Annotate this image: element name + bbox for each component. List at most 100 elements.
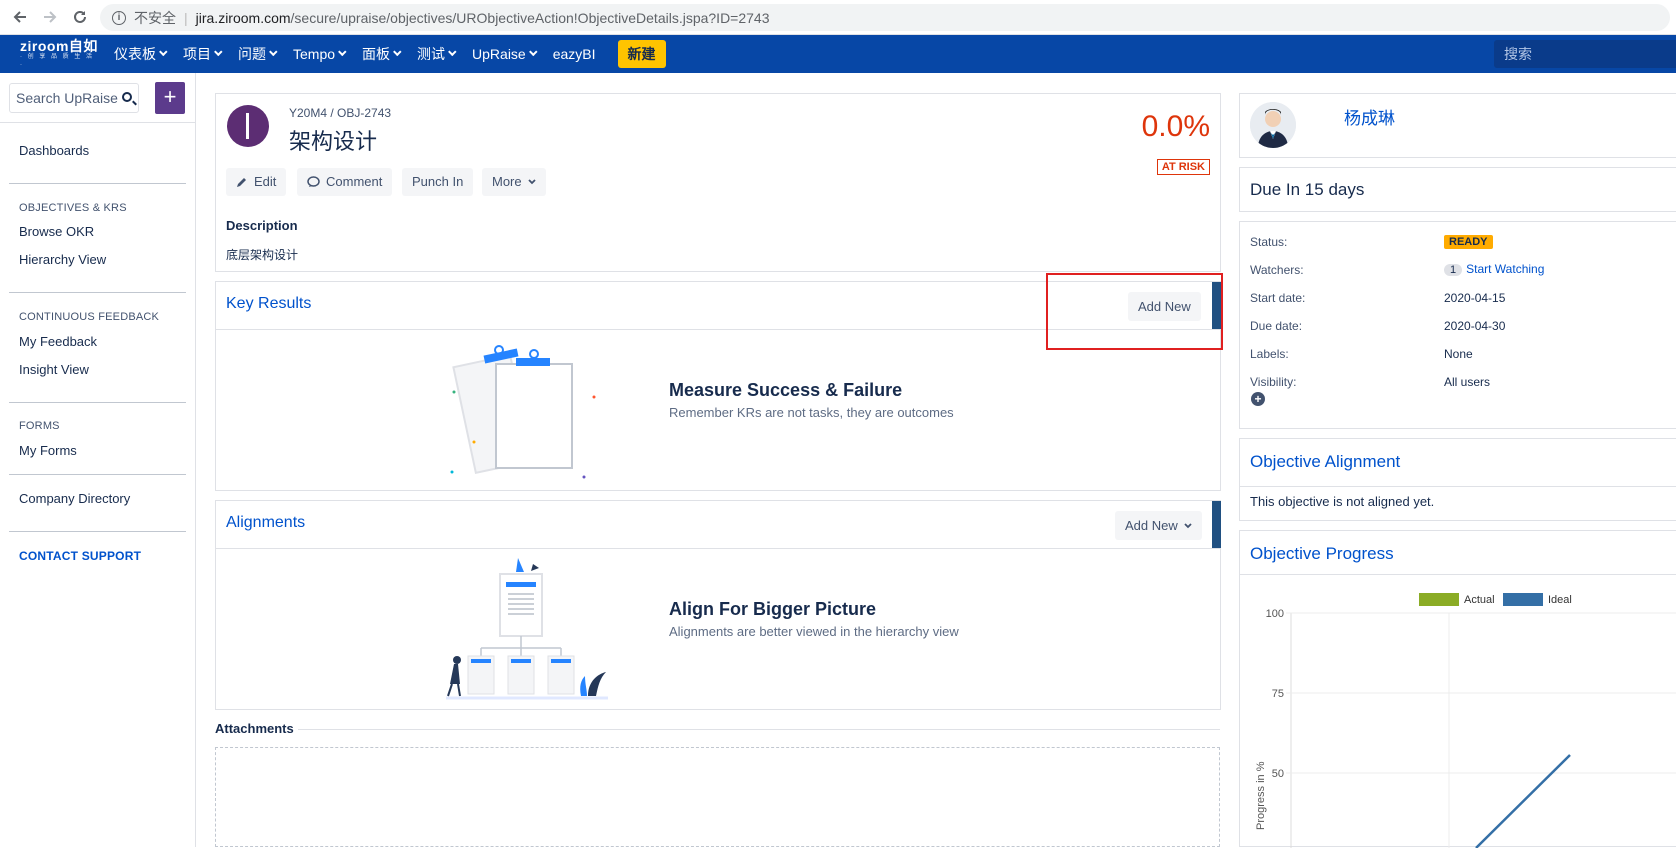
address-bar[interactable]: i 不安全 | jira.ziroom.com/secure/upraise/o… (100, 4, 1670, 31)
jira-header: ziroom自如 · 创 享 品 质 生 活 · 仪表板 项目 问题 Tempo… (0, 35, 1676, 73)
sidebar-item-dashboards[interactable]: Dashboards (19, 143, 89, 158)
objective-progress: 0.0% (1141, 110, 1210, 143)
divider (9, 402, 186, 403)
menu-label: 项目 (183, 46, 211, 62)
reload-icon[interactable] (66, 3, 94, 31)
chevron-down-icon (527, 179, 536, 185)
visibility-value[interactable]: All users (1444, 375, 1490, 389)
highlight-annotation (1046, 273, 1223, 350)
sidebar-heading-objectives: OBJECTIVES & KRS (19, 202, 127, 214)
chevron-down-icon (159, 47, 168, 57)
legend-swatch (1503, 593, 1543, 606)
ziroom-logo[interactable]: ziroom自如 · 创 享 品 质 生 活 · (0, 35, 100, 73)
add-field-icon[interactable]: + (1251, 392, 1265, 406)
info-icon[interactable]: i (112, 10, 126, 25)
search-icon[interactable] (122, 92, 132, 102)
comment-icon (307, 176, 320, 187)
sidebar-item-my-forms[interactable]: My Forms (19, 443, 77, 458)
upraise-search-input[interactable]: Search UpRaise (9, 83, 139, 113)
sidebar-heading-feedback: CONTINUOUS FEEDBACK (19, 311, 160, 323)
back-arrow-icon[interactable] (6, 3, 34, 31)
sidebar-item-browse-okr[interactable]: Browse OKR (19, 224, 94, 239)
logo-sub: · 创 享 品 质 生 活 · (20, 54, 95, 68)
url-text: jira.ziroom.com/secure/upraise/objective… (196, 10, 770, 26)
more-label: More (492, 174, 522, 189)
y-tick-label: 100 (1266, 608, 1284, 620)
menu-eazybi[interactable]: eazyBI (545, 35, 604, 73)
divider (1240, 486, 1676, 487)
menu-tests[interactable]: 测试 (409, 35, 464, 73)
add-button[interactable]: + (155, 82, 185, 114)
url-separator: | (184, 9, 188, 26)
legend-label: Ideal (1548, 594, 1572, 606)
header-search-input[interactable]: 搜索 (1494, 40, 1676, 68)
chevron-down-icon (393, 47, 402, 57)
due-panel: Due In 15 days (1239, 167, 1676, 212)
chevron-down-icon (269, 47, 278, 57)
alignments-title: Alignments (226, 514, 306, 531)
section-edge (1212, 501, 1221, 548)
alignments-panel: Alignments Add New Align For Bigger Pict… (215, 500, 1221, 710)
kr-empty-heading: Measure Success & Failure (669, 380, 903, 400)
menu-boards[interactable]: 面板 (354, 35, 409, 73)
add-alignment-button[interactable]: Add New (1115, 511, 1202, 540)
status-label: Status: (1250, 235, 1288, 249)
sidebar-item-company-directory[interactable]: Company Directory (19, 491, 130, 506)
objective-key[interactable]: Y20M4 / OBJ-2743 (289, 106, 391, 120)
objective-title: 架构设计 (289, 129, 378, 154)
comment-button[interactable]: Comment (297, 168, 393, 196)
status-badge[interactable]: READY (1444, 235, 1493, 249)
objective-progress-title: Objective Progress (1250, 544, 1394, 563)
create-button[interactable]: 新建 (617, 40, 666, 68)
divider (9, 531, 186, 532)
attachments-dropzone[interactable] (215, 747, 1220, 847)
url-host: jira.ziroom.com (195, 9, 291, 26)
watchers-label: Watchers: (1250, 263, 1304, 277)
y-axis-label: Progress in % (1255, 761, 1267, 830)
start-watching-link[interactable]: Start Watching (1466, 262, 1544, 276)
objective-icon (227, 105, 269, 147)
menu-upraise[interactable]: UpRaise (464, 35, 545, 73)
menu-label: 测试 (417, 46, 446, 62)
owner-name[interactable]: 杨成琳 (1344, 104, 1395, 129)
punch-in-button[interactable]: Punch In (402, 168, 474, 196)
due-date-label: Due date: (1250, 319, 1303, 333)
attachments-heading: Attachments (215, 721, 294, 736)
visibility-label: Visibility: (1250, 375, 1297, 389)
menu-projects[interactable]: 项目 (175, 35, 230, 73)
objective-alignment-panel: Objective Alignment This objective is no… (1239, 438, 1676, 521)
y-tick-label: 50 (1272, 768, 1284, 780)
start-date-label: Start date: (1250, 291, 1306, 305)
menu-dashboards[interactable]: 仪表板 (106, 35, 175, 73)
logo-main: ziroom自如 (20, 38, 98, 54)
menu-label: 问题 (238, 46, 266, 62)
forward-arrow-icon[interactable] (36, 3, 64, 31)
risk-badge: AT RISK (1156, 159, 1210, 175)
sidebar-item-hierarchy-view[interactable]: Hierarchy View (19, 252, 106, 267)
edit-label: Edit (254, 174, 277, 189)
menu-issues[interactable]: 问题 (230, 35, 285, 73)
chevron-down-icon (214, 47, 223, 57)
description-text[interactable]: 底层架构设计 (226, 246, 298, 263)
menu-label: UpRaise (472, 46, 526, 62)
pencil-icon (237, 178, 246, 187)
chevron-down-icon (528, 47, 538, 57)
menu-label: 面板 (362, 46, 391, 62)
legend-label: Actual (1464, 594, 1495, 606)
progress-chart: Actual Ideal 100 75 50 Progress in % (1255, 593, 1676, 848)
edit-button[interactable]: Edit (226, 168, 287, 196)
due-date-value[interactable]: 2020-04-30 (1444, 319, 1505, 333)
menu-label: 仪表板 (114, 46, 156, 62)
labels-value[interactable]: None (1444, 347, 1473, 361)
kr-empty-subtext: Remember KRs are not tasks, they are out… (669, 405, 954, 420)
avatar[interactable] (1250, 102, 1296, 148)
start-date-value[interactable]: 2020-04-15 (1444, 291, 1505, 305)
sidebar-item-my-feedback[interactable]: My Feedback (19, 334, 97, 349)
status-value[interactable]: READY (1444, 234, 1493, 249)
more-button[interactable]: More (482, 168, 546, 196)
legend-swatch (1419, 593, 1459, 606)
watchers-count[interactable]: 1 (1444, 264, 1463, 276)
menu-tempo[interactable]: Tempo (285, 35, 354, 73)
sidebar-item-insight-view[interactable]: Insight View (19, 362, 89, 377)
contact-support-link[interactable]: CONTACT SUPPORT (19, 549, 141, 563)
